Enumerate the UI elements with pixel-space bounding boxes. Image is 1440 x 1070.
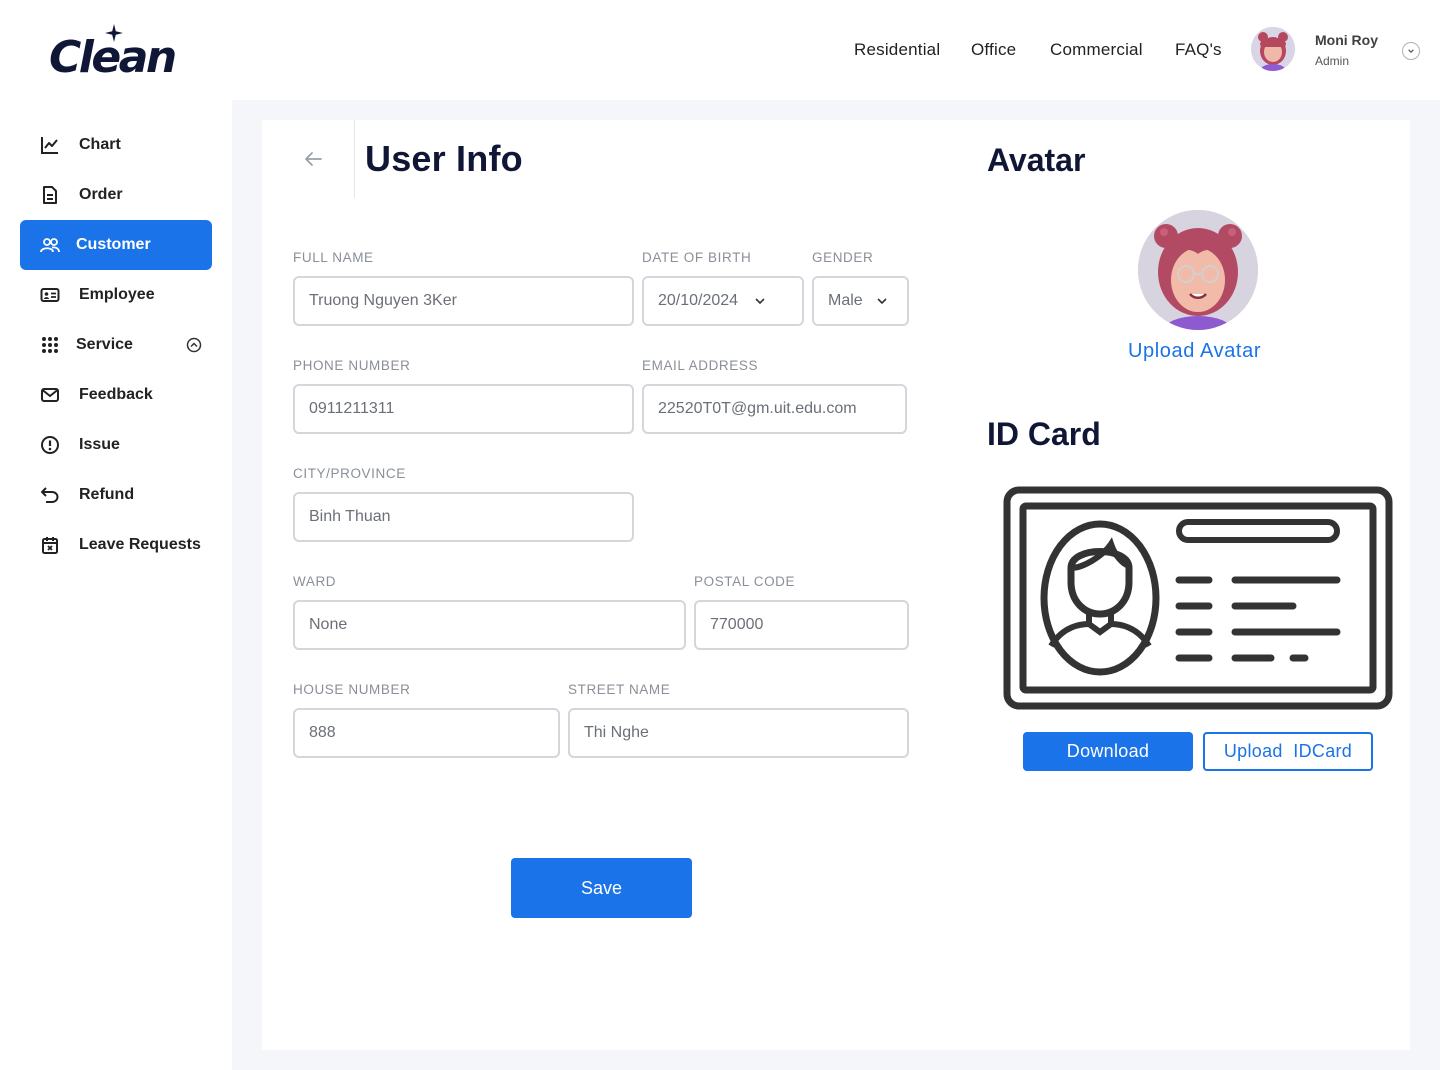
city-field[interactable] — [293, 492, 634, 542]
nav-office[interactable]: Office — [971, 40, 1016, 60]
sidebar-item-label: Employee — [79, 286, 155, 303]
upload-avatar-link[interactable]: Upload Avatar — [1128, 340, 1261, 363]
postal-code-input[interactable] — [710, 602, 901, 648]
gender-label: GENDER — [812, 250, 874, 265]
sidebar-item-issue[interactable]: Issue — [20, 420, 212, 470]
upload-idcard-button[interactable]: Upload IDCard — [1203, 732, 1373, 771]
gender-value: Male — [828, 292, 863, 309]
title-divider — [354, 120, 355, 198]
ward-field[interactable] — [293, 600, 686, 650]
house-number-field[interactable] — [293, 708, 560, 758]
profile-name: Moni Roy — [1315, 32, 1378, 48]
ward-input[interactable] — [309, 602, 678, 648]
line-chart-icon — [40, 135, 60, 155]
email-field[interactable] — [642, 384, 907, 434]
calendar-x-icon — [40, 535, 60, 555]
email-label: EMAIL ADDRESS — [642, 358, 759, 373]
full-name-field[interactable] — [293, 276, 634, 326]
street-name-label: STREET NAME — [568, 682, 671, 697]
id-badge-icon — [40, 285, 60, 305]
city-input[interactable] — [309, 494, 626, 540]
page-title: User Info — [365, 138, 523, 179]
sidebar-item-label: Refund — [79, 486, 135, 503]
sidebar-item-employee[interactable]: Employee — [20, 270, 212, 320]
sidebar-item-label: Leave Requests — [79, 536, 201, 553]
grid-dots-icon — [40, 335, 60, 355]
profile-dropdown-button[interactable] — [1402, 42, 1420, 60]
street-name-input[interactable] — [584, 710, 901, 756]
top-header: Clean Residential Office Commercial FAQ'… — [0, 0, 1440, 100]
sidebar-item-service[interactable]: Service — [20, 320, 212, 370]
nav-residential[interactable]: Residential — [854, 40, 940, 60]
brand-logo[interactable]: Clean — [49, 24, 189, 86]
ward-label: WARD — [293, 574, 337, 589]
sidebar-item-order[interactable]: Order — [20, 170, 212, 220]
expand-circle-icon[interactable] — [186, 337, 202, 353]
nav-commercial[interactable]: Commercial — [1050, 40, 1143, 60]
sidebar-item-label: Order — [79, 186, 123, 203]
nav-faq[interactable]: FAQ's — [1175, 40, 1222, 60]
sidebar-item-customer[interactable]: Customer — [20, 220, 212, 270]
sidebar-item-label: Feedback — [79, 386, 153, 403]
sidebar: Chart Order Customer Employee Service Fe… — [0, 100, 232, 1070]
alert-circle-icon — [40, 435, 60, 455]
postal-code-label: POSTAL CODE — [694, 574, 796, 589]
sidebar-item-label: Chart — [79, 136, 121, 153]
sidebar-item-refund[interactable]: Refund — [20, 470, 212, 520]
phone-input[interactable] — [309, 386, 626, 432]
chevron-down-icon — [877, 298, 887, 305]
phone-label: PHONE NUMBER — [293, 358, 411, 373]
undo-icon — [40, 485, 60, 505]
chevron-down-icon — [1408, 49, 1414, 54]
document-icon — [40, 185, 60, 205]
avatar-section-title: Avatar — [987, 142, 1086, 178]
dob-label: DATE OF BIRTH — [642, 250, 752, 265]
city-label: CITY/PROVINCE — [293, 466, 406, 481]
sidebar-item-label: Issue — [79, 436, 120, 453]
sidebar-item-leave-requests[interactable]: Leave Requests — [20, 520, 212, 570]
profile-avatar[interactable] — [1251, 27, 1295, 71]
sidebar-item-label: Service — [76, 336, 133, 353]
sidebar-item-label: Customer — [76, 236, 151, 253]
user-avatar-image — [1138, 210, 1258, 330]
street-name-field[interactable] — [568, 708, 909, 758]
dob-select[interactable]: 20/10/2024 — [642, 276, 804, 326]
full-name-input[interactable] — [309, 278, 626, 324]
phone-field[interactable] — [293, 384, 634, 434]
gender-select[interactable]: Male — [812, 276, 909, 326]
dob-value: 20/10/2024 — [658, 292, 739, 309]
save-button[interactable]: Save — [511, 858, 692, 918]
chevron-down-icon — [755, 298, 765, 305]
email-input[interactable] — [658, 386, 899, 432]
house-number-label: HOUSE NUMBER — [293, 682, 411, 697]
sidebar-item-feedback[interactable]: Feedback — [20, 370, 212, 420]
logo-text: Clean — [49, 32, 177, 83]
back-arrow-icon[interactable] — [300, 146, 326, 172]
download-idcard-button[interactable]: Download — [1023, 732, 1193, 771]
mail-icon — [40, 385, 60, 405]
sidebar-item-chart[interactable]: Chart — [20, 120, 212, 170]
sparkle-icon — [105, 24, 123, 42]
house-number-input[interactable] — [309, 710, 552, 756]
postal-code-field[interactable] — [694, 600, 909, 650]
id-card-icon — [1003, 486, 1393, 710]
full-name-label: FULL NAME — [293, 250, 374, 265]
profile-role: Admin — [1315, 54, 1350, 68]
idcard-section-title: ID Card — [987, 416, 1101, 452]
users-icon — [40, 235, 60, 255]
